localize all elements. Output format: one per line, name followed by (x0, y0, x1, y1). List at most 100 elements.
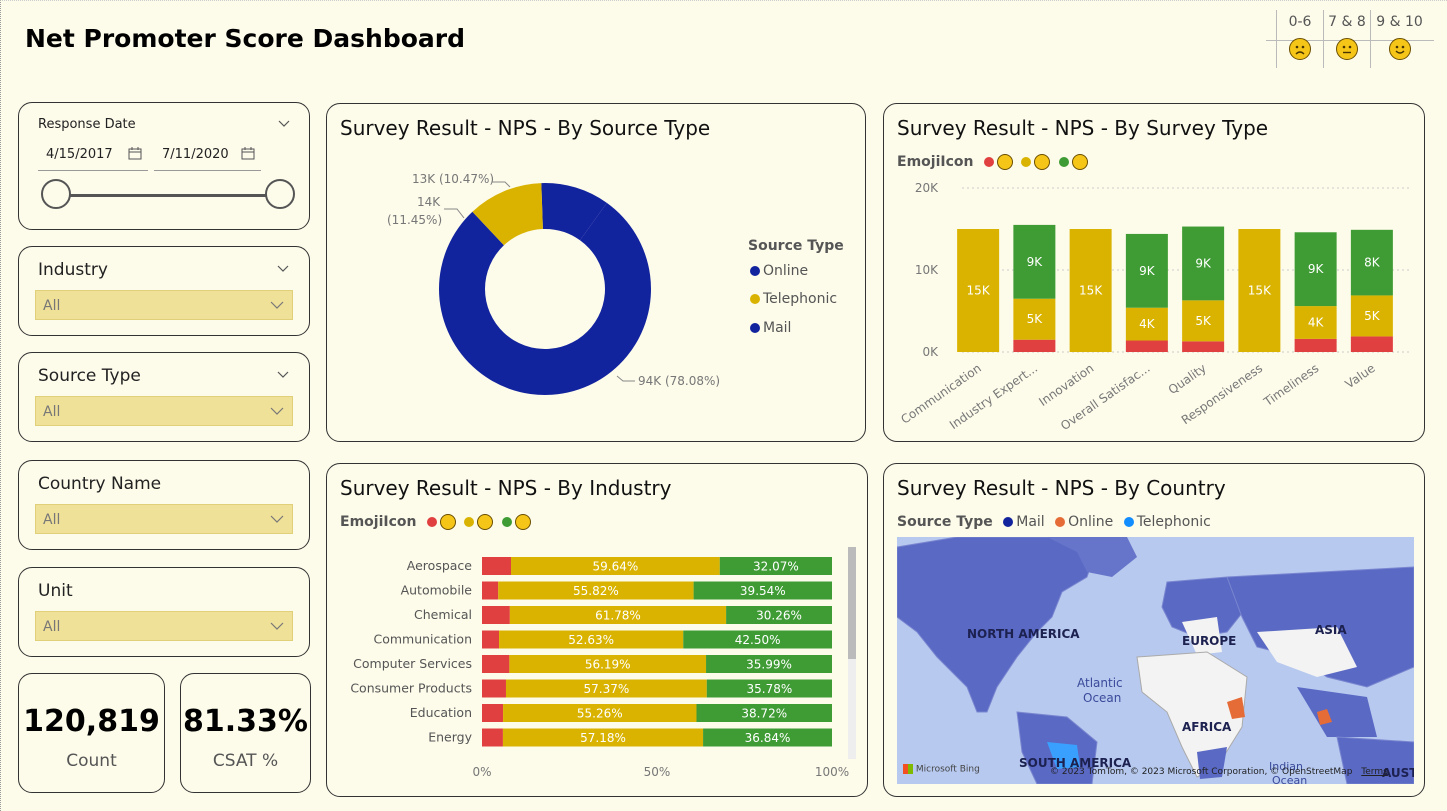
x-tick-label: Value (1343, 361, 1378, 391)
chevron-down-icon (270, 301, 284, 309)
bar-data-label: 42.50% (735, 633, 781, 647)
chevron-down-icon[interactable] (277, 368, 289, 380)
bar-segment (482, 606, 510, 624)
bar-data-label: 9K (1308, 262, 1325, 276)
country-map-card: Survey Result - NPS - By Country Source … (883, 463, 1425, 797)
y-category-label: Automobile (401, 583, 473, 598)
country-slicer: Country Name All (18, 460, 310, 550)
date-slider-track[interactable] (56, 194, 281, 197)
bar-data-label: 4K (1308, 315, 1325, 329)
calendar-icon[interactable] (241, 147, 255, 160)
map-label-atlantic: Atlantic (1077, 676, 1123, 690)
bar-data-label: 52.63% (568, 633, 614, 647)
bar-data-label: 35.99% (746, 658, 792, 672)
legend-label-passive: 7 & 8 (1328, 14, 1366, 30)
end-date-input[interactable]: 7/11/2020 (154, 139, 261, 171)
africa-region (1136, 651, 1248, 778)
date-slider-end-handle[interactable] (265, 179, 295, 209)
terms-link[interactable]: Terms (1361, 767, 1388, 777)
industry-slicer: Industry All (18, 246, 310, 336)
industry-chart-card: Survey Result - NPS - By Industry EmojiI… (326, 463, 868, 797)
bar-segment (482, 630, 500, 649)
bar-data-label: 4K (1139, 317, 1156, 331)
map-label-europe: EUROPE (1182, 634, 1236, 648)
industry-label: Industry (38, 260, 108, 280)
chevron-down-icon (270, 407, 284, 415)
bar-data-label: 15K (1079, 284, 1103, 298)
chevron-down-icon (270, 622, 284, 630)
bar-data-label: 39.54% (740, 584, 786, 598)
bar-data-label: 9K (1027, 255, 1044, 269)
data-label-telephonic-value: 14K (417, 195, 441, 209)
source-type-dropdown[interactable]: All (35, 396, 293, 426)
x-tick-label: 100% (815, 765, 849, 779)
source-type-chart-card: Survey Result - NPS - By Source Type 13K… (326, 103, 866, 442)
page-title: Net Promoter Score Dashboard (25, 24, 465, 53)
y-category-label: Energy (428, 730, 472, 745)
bar-segment (1013, 339, 1056, 352)
legend-col-passive: 7 & 8 (1323, 10, 1370, 68)
calendar-icon[interactable] (128, 147, 142, 160)
scrollbar-track[interactable] (848, 547, 856, 759)
bar-data-label: 55.26% (577, 707, 623, 721)
legend-item-telephonic[interactable]: Telephonic (750, 291, 837, 307)
happy-face-icon (1388, 38, 1411, 60)
chevron-down-icon[interactable] (278, 117, 290, 129)
date-slider-start-handle[interactable] (41, 179, 71, 209)
bar-segment (1125, 340, 1168, 352)
data-label-telephonic-percent: (11.45%) (387, 213, 442, 227)
legend-item-mail[interactable]: Mail (750, 320, 791, 336)
legend-item-online[interactable]: Online (750, 263, 808, 279)
legend-label-mail: Mail (1016, 514, 1045, 530)
country-legend: Source Type Mail Online Telephonic (897, 514, 1211, 530)
country-dropdown[interactable]: All (35, 504, 293, 534)
map-label-africa: AFRICA (1182, 720, 1232, 734)
survey-type-bar-chart: 20K10K0K15KCommunication5K9KIndustry Exp… (898, 181, 1412, 433)
north-america-region (897, 537, 1098, 713)
x-tick-label: 0% (472, 765, 491, 779)
y-category-label: Education (410, 705, 472, 720)
bar-data-label: 15K (1248, 284, 1272, 298)
unit-dropdown[interactable]: All (35, 611, 293, 641)
bar-data-label: 9K (1139, 264, 1156, 278)
bar-data-label: 57.37% (583, 682, 629, 696)
bar-segment (482, 704, 504, 722)
data-label-mail: 94K (78.08%) (638, 374, 720, 388)
start-date-input[interactable]: 4/15/2017 (38, 139, 148, 171)
bar-segment (482, 581, 499, 600)
unit-slicer: Unit All (18, 567, 310, 657)
legend-label-telephonic: Telephonic (763, 291, 838, 307)
bar-data-label: 55.82% (573, 584, 619, 598)
csat-value: 81.33% (183, 704, 308, 739)
bar-data-label: 59.64% (593, 560, 639, 574)
industry-dropdown[interactable]: All (35, 290, 293, 320)
bar-data-label: 5K (1195, 314, 1212, 328)
chevron-down-icon[interactable] (277, 262, 289, 274)
southeast-asia-region (1297, 687, 1377, 737)
bar-data-label: 30.26% (756, 609, 802, 623)
y-category-label: Consumer Products (350, 681, 472, 696)
response-date-label: Response Date (38, 117, 136, 132)
industry-bar-chart: Aerospace 59.64% 32.07% Automobile 55.82% 39.… (350, 557, 849, 779)
count-kpi-card: 120,819 Count (18, 673, 165, 793)
legend-dot-mail-icon (1003, 517, 1014, 527)
y-category-label: Aerospace (407, 558, 473, 573)
microsoft-logo-icon (903, 764, 913, 774)
map-attribution: © 2023 TomTom, © 2023 Microsoft Corporat… (1050, 767, 1388, 777)
y-tick-label: 0K (922, 345, 939, 359)
x-tick-label: Quality (1166, 361, 1209, 397)
industry-dropdown-value: All (43, 298, 61, 314)
bar-data-label: 57.18% (580, 731, 626, 745)
legend-label-promoter: 9 & 10 (1376, 14, 1423, 30)
legend-label-mail: Mail (763, 320, 792, 336)
scrollbar-thumb[interactable] (848, 547, 856, 659)
map-label-north-america: NORTH AMERICA (967, 627, 1080, 641)
count-value: 120,819 (23, 704, 160, 739)
bar-data-label: 36.84% (745, 731, 791, 745)
legend-dot-telephonic-icon (1123, 517, 1134, 527)
bar-data-label: 9K (1195, 256, 1212, 270)
world-map[interactable]: NORTH AMERICA EUROPE ASIA AFRICA SOUTH A… (897, 537, 1414, 784)
bar-data-label: 5K (1027, 312, 1044, 326)
neutral-face-icon (1336, 38, 1358, 60)
legend-dot-icon (750, 294, 760, 304)
